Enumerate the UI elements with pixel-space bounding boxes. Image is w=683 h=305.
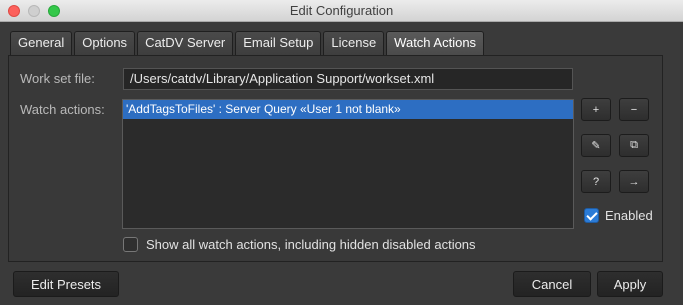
edit-action-button[interactable]: ✎	[581, 134, 611, 157]
work-set-file-label: Work set file:	[20, 71, 95, 86]
watch-actions-list[interactable]: 'AddTagsToFiles' : Server Query «User 1 …	[122, 99, 574, 229]
duplicate-action-button[interactable]: ⧉	[619, 134, 649, 157]
run-action-button[interactable]: →	[619, 170, 649, 193]
duplicate-icon: ⧉	[630, 139, 638, 151]
help-button[interactable]: ?	[581, 170, 611, 193]
apply-button[interactable]: Apply	[597, 271, 663, 297]
list-item[interactable]: 'AddTagsToFiles' : Server Query «User 1 …	[123, 100, 573, 119]
tab-catdv-server[interactable]: CatDV Server	[137, 31, 234, 55]
question-icon: ?	[592, 175, 600, 188]
work-set-file-field[interactable]: /Users/catdv/Library/Application Support…	[123, 68, 573, 90]
edit-presets-button[interactable]: Edit Presets	[13, 271, 119, 297]
show-all-checkbox[interactable]	[123, 237, 138, 252]
watch-actions-label: Watch actions:	[20, 102, 105, 117]
arrow-right-icon: →	[628, 175, 640, 188]
pencil-icon: ✎	[591, 140, 601, 152]
show-all-label: Show all watch actions, including hidden…	[146, 237, 476, 252]
enabled-checkbox[interactable]	[584, 208, 599, 223]
remove-action-button[interactable]: −	[619, 98, 649, 121]
add-action-button[interactable]: +	[581, 98, 611, 121]
tab-bar: General Options CatDV Server Email Setup…	[10, 31, 486, 55]
title-bar: Edit Configuration	[0, 0, 683, 22]
watch-actions-panel: Work set file: /Users/catdv/Library/Appl…	[8, 55, 663, 262]
cancel-button[interactable]: Cancel	[513, 271, 591, 297]
tab-email-setup[interactable]: Email Setup	[235, 31, 322, 55]
window-title: Edit Configuration	[289, 3, 394, 18]
tab-watch-actions[interactable]: Watch Actions	[386, 31, 485, 55]
tab-general[interactable]: General	[10, 31, 73, 55]
enabled-label: Enabled	[605, 208, 653, 223]
minus-icon: −	[630, 103, 638, 116]
plus-icon: +	[592, 103, 600, 116]
tab-license[interactable]: License	[323, 31, 385, 55]
tab-options[interactable]: Options	[74, 31, 136, 55]
